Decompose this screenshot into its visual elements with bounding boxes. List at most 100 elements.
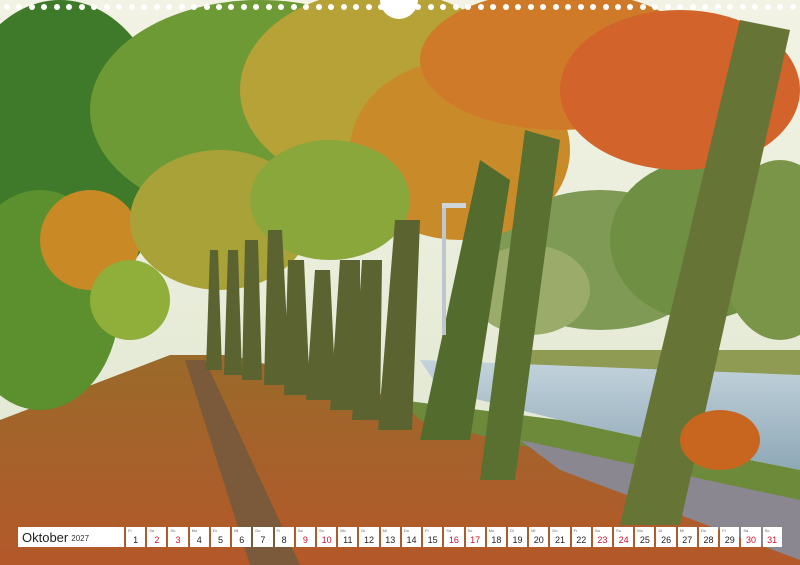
day-number: 24	[618, 535, 629, 545]
binding-hole	[53, 4, 60, 10]
day-number: 13	[385, 535, 396, 545]
binding-hole	[777, 4, 784, 10]
day-cell: So 31	[762, 527, 782, 547]
binding-hole	[490, 4, 497, 10]
day-number: 26	[661, 535, 672, 545]
day-cell: Mo 4	[189, 527, 209, 547]
binding-hole	[427, 4, 434, 10]
binding-hole	[166, 4, 173, 10]
day-cell: Mo 25	[635, 527, 655, 547]
day-weekday: So	[616, 528, 621, 533]
day-number: 23	[597, 535, 608, 545]
day-weekday: Do	[403, 528, 409, 533]
day-cell: Fr 29	[720, 527, 740, 547]
day-weekday: Mi	[382, 528, 387, 533]
day-cell: Mo 11	[338, 527, 358, 547]
month-label: Oktober 2027	[18, 527, 124, 547]
year: 2027	[71, 533, 90, 543]
binding-hole	[614, 4, 621, 10]
binding-hole	[16, 4, 23, 10]
binding-hole	[577, 4, 584, 10]
binding-hole	[240, 4, 247, 10]
day-weekday: Sa	[149, 528, 155, 533]
binding-hole	[502, 4, 509, 10]
day-weekday: Di	[509, 528, 514, 533]
day-number: 25	[639, 535, 650, 545]
day-weekday: Di	[361, 528, 366, 533]
day-weekday: Fr	[573, 528, 578, 533]
day-number: 29	[724, 535, 735, 545]
day-cell: So 3	[168, 527, 188, 547]
day-number: 22	[576, 535, 587, 545]
day-number: 3	[175, 535, 181, 545]
day-number: 7	[260, 535, 266, 545]
binding-hole	[702, 4, 709, 10]
binding-hole	[639, 4, 646, 10]
day-cell: Fr 22	[571, 527, 591, 547]
day-number: 28	[703, 535, 714, 545]
binding-hole	[203, 4, 210, 10]
day-cell: Di 26	[656, 527, 676, 547]
day-cell: Do 7	[253, 527, 273, 547]
binding-hole	[228, 4, 235, 10]
day-number: 21	[554, 535, 565, 545]
binding-hole	[91, 4, 98, 10]
day-cell: Do 28	[698, 527, 719, 547]
day-cell: Mi 6	[232, 527, 252, 547]
binding-hole	[28, 4, 35, 10]
binding-hole	[353, 4, 360, 10]
day-cell: Di 19	[507, 527, 528, 547]
binding-hole	[565, 4, 572, 10]
calendar-strip: Oktober 2027 Fr 1 Sa 2 So 3 Mo 4 Di 5 Mi 6 Do 7 Fr 8 Sa 9…	[18, 527, 782, 547]
day-number: 14	[406, 535, 417, 545]
binding-hole	[664, 4, 671, 10]
binding-hole	[527, 4, 534, 10]
orange-bush	[680, 410, 760, 470]
day-weekday: Di	[212, 528, 217, 533]
day-number: 9	[302, 535, 308, 545]
day-weekday: So	[170, 528, 176, 533]
day-number: 27	[682, 535, 693, 545]
day-weekday: Mo	[637, 528, 643, 533]
binding-hole	[714, 4, 721, 10]
day-cell: Sa 2	[147, 527, 167, 547]
day-weekday: Do	[700, 528, 707, 533]
day-cell: Do 21	[550, 527, 570, 547]
binding-hole	[253, 4, 260, 10]
day-weekday: Mi	[531, 528, 536, 533]
binding-hole	[141, 4, 148, 10]
autumn-canal-avenue-photo	[0, 0, 800, 565]
binding-hole	[452, 4, 459, 10]
day-number: 4	[196, 535, 202, 545]
day-cell: Mi 27	[677, 527, 697, 547]
binding-hole	[465, 4, 472, 10]
binding-hole	[440, 4, 447, 10]
binding-hole	[303, 4, 310, 10]
day-number: 11	[343, 535, 353, 545]
binding-hole	[590, 4, 597, 10]
binding-hole	[602, 4, 609, 10]
binding-hole	[789, 4, 796, 10]
binding-hole	[278, 4, 285, 10]
binding-hole	[739, 4, 746, 10]
day-cell: Do 14	[401, 527, 422, 547]
binding-hole	[191, 4, 198, 10]
day-weekday: Mo	[340, 528, 346, 533]
day-cell: Di 5	[210, 527, 231, 547]
day-cell: Fr 15	[423, 527, 443, 547]
binding-hole	[477, 4, 484, 10]
days-row: Fr 1 Sa 2 So 3 Mo 4 Di 5 Mi 6 Do 7 Fr 8 Sa 9 So 10 Mo 11 Di 12 M…	[126, 527, 782, 547]
day-weekday: Fr	[722, 528, 726, 533]
day-number: 2	[154, 535, 160, 545]
day-number: 30	[745, 535, 756, 545]
binding-hole	[103, 4, 110, 10]
binding-hole	[290, 4, 297, 10]
day-number: 15	[427, 535, 438, 545]
binding-hole	[764, 4, 771, 10]
binding-hole	[328, 4, 335, 10]
day-number: 19	[512, 535, 523, 545]
binding-hole	[627, 4, 634, 10]
binding-hole	[265, 4, 272, 10]
day-cell: Mi 13	[380, 527, 400, 547]
day-weekday: Sa	[297, 528, 303, 533]
